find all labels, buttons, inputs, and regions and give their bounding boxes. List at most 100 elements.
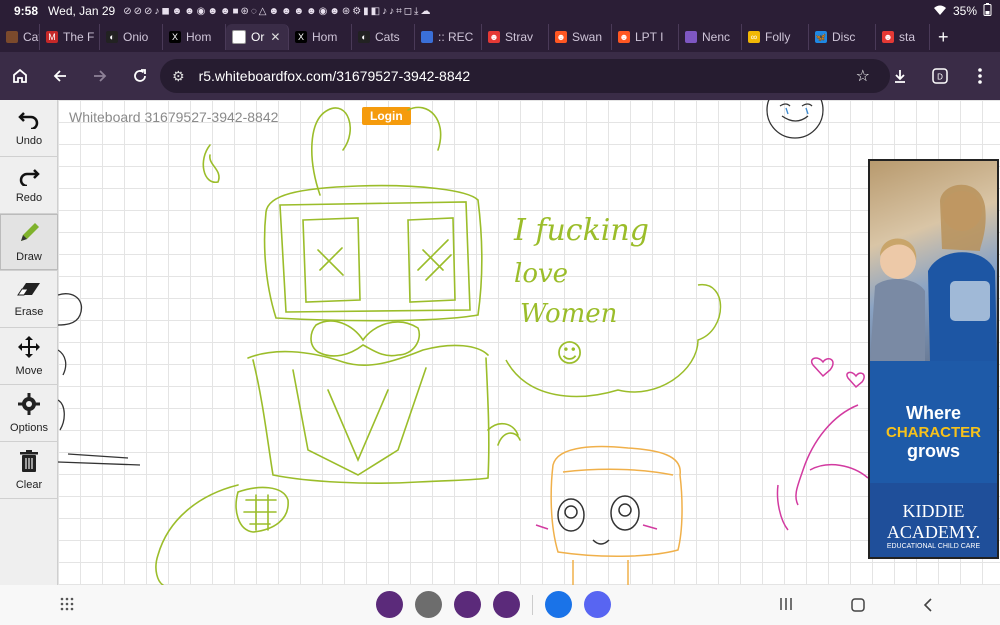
green-robot-sketch xyxy=(155,106,521,585)
tab-14[interactable]: ☻ sta xyxy=(876,24,930,50)
tool-label: Draw xyxy=(16,251,42,263)
star-icon[interactable]: ☆ xyxy=(856,66,870,86)
ad-brand-line-3: EDUCATIONAL CHILD CARE xyxy=(886,543,981,550)
ad-photo xyxy=(870,161,997,361)
menu-button[interactable] xyxy=(960,56,1000,96)
tab-7[interactable]: :: REC xyxy=(415,24,482,50)
tool-clear-button[interactable]: Clear xyxy=(0,442,58,499)
home-nav-icon[interactable] xyxy=(850,597,866,618)
tool-undo-button[interactable]: Undo xyxy=(0,100,58,157)
notification-icons: ⊘⊘⊘♪◼☻☻◉☻☻■⊛◌△☻☻☻☻◉☻⊛⚙▮◧♪♪⌗◻⤓☁ xyxy=(123,5,433,17)
home-icon xyxy=(13,68,27,83)
recents-icon[interactable] xyxy=(778,597,794,616)
tab-13[interactable]: 🦋 Disc xyxy=(809,24,876,50)
bread-character-sketch xyxy=(535,445,683,585)
tool-draw-button[interactable]: Draw xyxy=(0,214,58,271)
download-button[interactable] xyxy=(880,56,920,96)
tab-favicon-icon xyxy=(421,31,433,43)
dex-icon: D xyxy=(932,68,948,84)
tab-2[interactable]: ◐ Onio xyxy=(100,24,163,50)
tab-11[interactable]: Nenc xyxy=(679,24,742,50)
tool-move-button[interactable]: Move xyxy=(0,328,58,385)
tab-label: sta xyxy=(899,30,916,44)
tab-favicon-icon: 🦋 xyxy=(815,31,827,43)
tab-0[interactable]: Cats xyxy=(0,24,40,50)
discord-app-icon[interactable] xyxy=(584,591,611,618)
ad-line-1: Where xyxy=(905,403,961,423)
tool-label: Undo xyxy=(15,135,43,147)
tab-label: Disc xyxy=(832,30,856,44)
tab-favicon-icon: X xyxy=(169,31,181,43)
address-bar[interactable]: ⚙ r5.whiteboardfox.com/31679527-3942-884… xyxy=(160,59,890,93)
ad-brand: KIDDIE ACADEMY. EDUCATIONAL CHILD CARE xyxy=(870,483,997,557)
site-settings-icon[interactable]: ⚙ xyxy=(172,68,185,85)
ad-brand-line-1: KIDDIE xyxy=(902,501,965,521)
tab-favicon-icon: ☻ xyxy=(488,31,500,43)
tool-label: Options xyxy=(10,422,48,434)
tool-options-button[interactable]: Options xyxy=(0,385,58,442)
back-nav-icon[interactable] xyxy=(922,597,934,618)
ad-slogan: Where CHARACTER grows xyxy=(870,361,997,483)
pink-sketch xyxy=(776,357,869,531)
tab-label: Nenc xyxy=(702,30,731,44)
tab-label: Or xyxy=(251,30,265,44)
status-right: 35% xyxy=(933,3,992,19)
notes-app-icon[interactable] xyxy=(376,591,403,618)
app-dock xyxy=(376,591,611,618)
status-date: Wed, Jan 29 xyxy=(48,4,116,18)
url-text[interactable]: r5.whiteboardfox.com/31679527-3942-8842 xyxy=(199,68,471,84)
tool-label: Erase xyxy=(14,306,44,318)
tab-label: :: REC xyxy=(438,30,474,44)
tab-label: Cats xyxy=(375,30,400,44)
gear-icon xyxy=(17,392,41,422)
tab-favicon-icon: M xyxy=(46,31,58,43)
browser-app-icon[interactable] xyxy=(454,591,481,618)
eraser-icon xyxy=(16,280,42,306)
left-black-sketch xyxy=(58,293,141,466)
dex-button[interactable]: D xyxy=(920,56,960,96)
redo-icon xyxy=(18,166,40,192)
tab-10[interactable]: ☻ LPT I xyxy=(612,24,679,50)
whiteboard-canvas[interactable]: Whiteboard 31679527-3942-8842 Login I fu… xyxy=(58,100,1000,585)
tab-12[interactable]: ∞ Folly xyxy=(742,24,809,50)
undo-icon xyxy=(18,109,40,135)
flower-app-icon[interactable] xyxy=(493,591,520,618)
forward-button[interactable] xyxy=(80,56,120,96)
tab-5[interactable]: X Hom xyxy=(289,24,352,50)
tab-8[interactable]: ☻ Strav xyxy=(482,24,549,50)
handwriting-line-1: I fucking xyxy=(513,213,649,248)
tab-favicon-icon: ☻ xyxy=(555,31,567,43)
back-button[interactable] xyxy=(40,56,80,96)
ibispaint-app-icon[interactable] xyxy=(545,591,572,618)
handwriting-line-3: Women xyxy=(520,299,617,329)
tab-9[interactable]: ☻ Swan xyxy=(549,24,612,50)
home-button[interactable] xyxy=(0,56,40,96)
toolbar-right: D xyxy=(880,52,1000,100)
tab-6[interactable]: ◐ Cats xyxy=(352,24,415,50)
new-tab-icon[interactable]: + xyxy=(938,27,949,48)
app-drawer-icon[interactable] xyxy=(60,597,74,616)
battery-icon xyxy=(983,3,992,19)
ad-line-3: grows xyxy=(906,441,960,461)
svg-text:D: D xyxy=(937,73,943,82)
tab-1[interactable]: M The F xyxy=(40,24,100,50)
tab-label: LPT I xyxy=(635,30,664,44)
tab-label: Strav xyxy=(505,30,534,44)
tab-3[interactable]: X Hom xyxy=(163,24,226,50)
dock-separator xyxy=(532,594,533,615)
small-face-sketch xyxy=(766,100,824,139)
tab-close-icon[interactable]: ✕ xyxy=(270,30,280,44)
reload-button[interactable] xyxy=(120,56,160,96)
tool-erase-button[interactable]: Erase xyxy=(0,271,58,328)
tab-4[interactable]: Or ✕ xyxy=(226,24,289,50)
tool-redo-button[interactable]: Redo xyxy=(0,157,58,214)
drawing-layer: I fucking love Women ☺ xyxy=(58,100,869,585)
tool-panel: Undo Redo Draw Erase Move Options Clear xyxy=(0,100,58,585)
robot-app-icon[interactable] xyxy=(415,591,442,618)
tool-label: Clear xyxy=(15,479,43,491)
tab-favicon-icon xyxy=(685,31,697,43)
advertisement-banner[interactable]: Where CHARACTER grows KIDDIE ACADEMY. ED… xyxy=(868,159,999,559)
back-icon xyxy=(53,70,66,82)
wifi-icon xyxy=(933,4,947,19)
ad-line-2: CHARACTER xyxy=(886,424,981,441)
